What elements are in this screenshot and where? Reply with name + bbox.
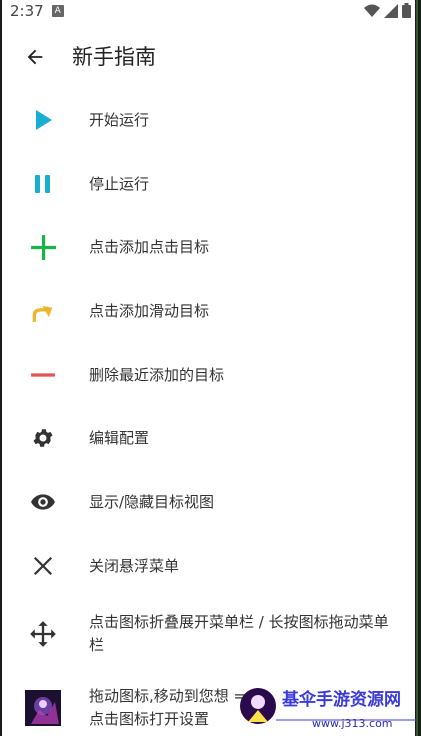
page-title: 新手指南 bbox=[72, 45, 156, 69]
guide-item-label: 关闭悬浮菜单 bbox=[89, 556, 180, 575]
app-thumbnail-icon bbox=[25, 690, 61, 726]
guide-item-edit-config[interactable]: 编辑配置 bbox=[2, 414, 415, 462]
status-bar: 2:37 A bbox=[2, 0, 415, 22]
guide-item-start[interactable]: 开始运行 bbox=[2, 96, 415, 144]
play-icon bbox=[28, 105, 58, 135]
guide-item-label: 点击添加滑动目标 bbox=[89, 301, 210, 320]
guide-item-move-menu[interactable]: 点击图标折叠展开菜单栏 / 长按图标拖动菜单栏 bbox=[2, 606, 415, 662]
guide-item-delete-last[interactable]: 删除最近添加的目标 bbox=[2, 351, 415, 399]
window-frame-right bbox=[415, 0, 421, 736]
notification-badge: A bbox=[51, 5, 64, 17]
status-icons bbox=[364, 3, 411, 18]
site-watermark: 基伞手游资源网 www.j313.com bbox=[236, 680, 421, 736]
status-time: 2:37 bbox=[10, 2, 44, 20]
watermark-title: 基伞手游资源网 bbox=[281, 689, 401, 710]
wifi-icon bbox=[364, 4, 380, 17]
guide-item-label: 删除最近添加的目标 bbox=[89, 365, 225, 384]
guide-item-stop[interactable]: 停止运行 bbox=[2, 160, 415, 208]
battery-icon bbox=[402, 3, 411, 18]
back-button[interactable] bbox=[20, 42, 50, 72]
eye-icon bbox=[28, 487, 58, 517]
guide-item-add-click[interactable]: 点击添加点击目标 bbox=[2, 223, 415, 271]
guide-item-label: 编辑配置 bbox=[89, 428, 150, 447]
pause-icon bbox=[28, 169, 58, 199]
signal-icon bbox=[384, 3, 398, 18]
guide-item-label: 显示/隐藏目标视图 bbox=[89, 492, 215, 511]
guide-item-label: 开始运行 bbox=[89, 110, 150, 129]
close-icon bbox=[28, 551, 58, 581]
guide-item-close-menu[interactable]: 关闭悬浮菜单 bbox=[2, 542, 415, 590]
minus-icon bbox=[28, 360, 58, 390]
back-arrow-icon bbox=[27, 49, 43, 65]
swipe-arrow-icon bbox=[28, 296, 58, 326]
guide-item-add-swipe[interactable]: 点击添加滑动目标 bbox=[2, 287, 415, 335]
watermark-url: www.j313.com bbox=[312, 717, 393, 730]
plus-icon bbox=[28, 232, 58, 262]
app-bar: 新手指南 bbox=[2, 30, 415, 84]
guide-item-label: 点击图标折叠展开菜单栏 / 长按图标拖动菜单栏 bbox=[89, 613, 389, 654]
guide-item-toggle-view[interactable]: 显示/隐藏目标视图 bbox=[2, 478, 415, 526]
move-icon bbox=[28, 619, 58, 649]
gear-icon bbox=[28, 423, 58, 453]
guide-item-label: 点击添加点击目标 bbox=[89, 237, 210, 256]
guide-item-label: 停止运行 bbox=[89, 174, 150, 193]
